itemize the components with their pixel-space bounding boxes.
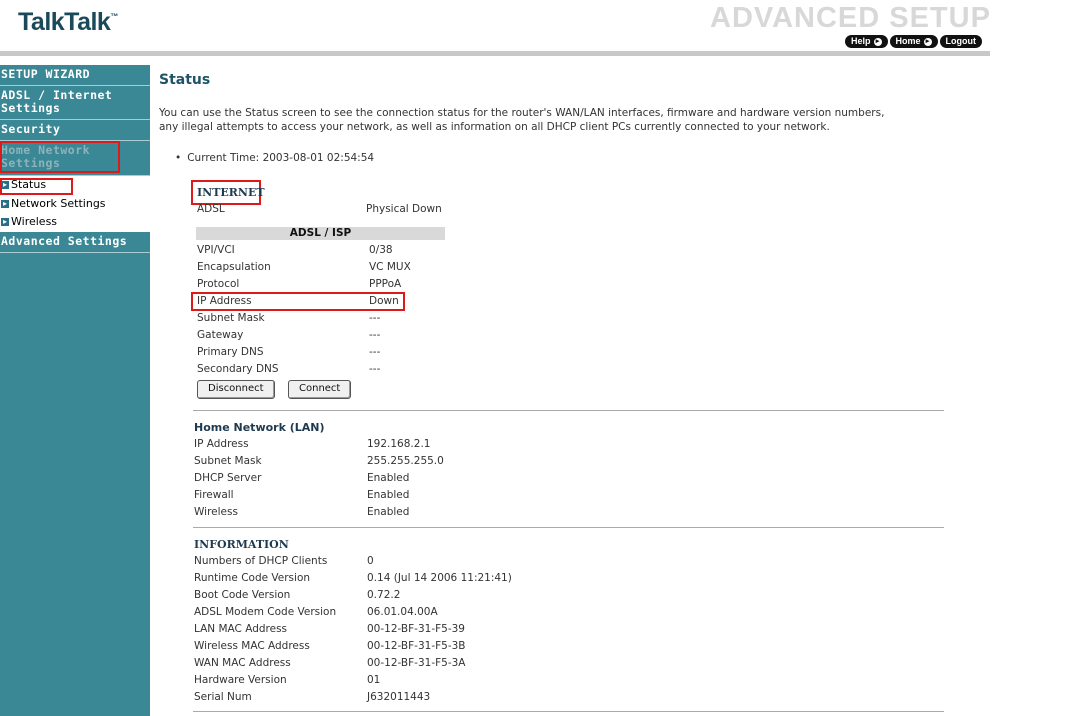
row-value: 0 bbox=[367, 555, 374, 567]
row-value: PPPoA bbox=[369, 278, 402, 290]
row-label: Wireless MAC Address bbox=[194, 640, 310, 652]
row-label: Hardware Version bbox=[194, 674, 287, 686]
row-label: Gateway bbox=[197, 329, 244, 341]
row-label: IP Address bbox=[194, 438, 249, 450]
row-value: 0/38 bbox=[369, 244, 393, 256]
talktalk-logo: TalkTalk™ bbox=[18, 8, 118, 37]
sidebar-subitem-wireless[interactable]: ▸ Wireless bbox=[1, 213, 150, 232]
internet-heading: INTERNET bbox=[197, 186, 265, 199]
row-value: 06.01.04.00A bbox=[367, 606, 438, 618]
home-label: Home bbox=[895, 36, 921, 46]
row-value: Enabled bbox=[367, 472, 410, 484]
row-value: 00-12-BF-31-F5-3A bbox=[367, 657, 466, 669]
adsl-label: ADSL bbox=[197, 203, 225, 215]
row-value: VC MUX bbox=[369, 261, 411, 273]
sidebar-item-setup-wizard[interactable]: SETUP WIZARD bbox=[0, 65, 150, 86]
isp-band: ADSL / ISP bbox=[196, 227, 445, 240]
sidebar-item-adsl-internet[interactable]: ADSL / Internet Settings bbox=[0, 86, 150, 120]
row-label: Firewall bbox=[194, 489, 234, 501]
logout-label: Logout bbox=[945, 36, 977, 46]
row-value: --- bbox=[369, 363, 381, 375]
sidebar-item-label: SETUP WIZARD bbox=[1, 67, 91, 81]
page-intro: You can use the Status screen to see the… bbox=[159, 106, 959, 134]
row-value: 01 bbox=[367, 674, 381, 686]
adsl-value: Physical Down bbox=[366, 203, 442, 215]
help-label: Help bbox=[851, 36, 871, 46]
disconnect-button[interactable]: Disconnect bbox=[197, 380, 275, 399]
row-value: --- bbox=[369, 329, 381, 341]
row-value: 0.14 (Jul 14 2006 11:21:41) bbox=[367, 572, 512, 584]
current-time-value: 2003-08-01 02:54:54 bbox=[262, 152, 375, 164]
row-label: Runtime Code Version bbox=[194, 572, 311, 584]
row-value: 00-12-BF-31-F5-3B bbox=[367, 640, 466, 652]
sidebar-item-label: Advanced Settings bbox=[1, 233, 128, 248]
sidebar-item-label: ADSL / Internet Settings bbox=[1, 88, 113, 115]
arrow-square-icon: ▸ bbox=[1, 217, 9, 227]
page-title: Status bbox=[159, 72, 211, 88]
row-label: DHCP Server bbox=[194, 472, 262, 484]
information-heading: INFORMATION bbox=[194, 538, 289, 551]
row-label: ADSL Modem Code Version bbox=[194, 606, 337, 618]
row-label: LAN MAC Address bbox=[194, 623, 288, 635]
highlight-box-status bbox=[0, 178, 73, 195]
row-value: --- bbox=[369, 312, 381, 324]
row-value: 255.255.255.0 bbox=[367, 455, 444, 467]
section-divider bbox=[193, 410, 944, 411]
sidebar-item-label: Security bbox=[1, 122, 61, 136]
arrow-icon: ▸ bbox=[923, 37, 932, 46]
sidebar-item-security[interactable]: Security bbox=[0, 120, 150, 141]
row-label: Primary DNS bbox=[197, 346, 264, 358]
header-divider bbox=[0, 51, 990, 56]
arrow-icon: ▸ bbox=[873, 37, 882, 46]
row-label: Protocol bbox=[197, 278, 240, 290]
home-button[interactable]: Home ▸ bbox=[889, 35, 938, 48]
row-label: Numbers of DHCP Clients bbox=[194, 555, 328, 567]
help-button[interactable]: Help ▸ bbox=[845, 35, 888, 48]
banner-title: ADVANCED SETUP bbox=[710, 2, 991, 34]
logout-button[interactable]: Logout bbox=[939, 35, 983, 48]
row-label: Encapsulation bbox=[197, 261, 271, 273]
bullet-icon: • bbox=[175, 152, 182, 164]
connect-button[interactable]: Connect bbox=[288, 380, 352, 399]
sidebar-subitem-label: Wireless bbox=[11, 215, 58, 229]
row-label: Serial Num bbox=[194, 691, 252, 703]
sidebar-subitem-network-settings[interactable]: ▸ Network Settings bbox=[1, 195, 150, 214]
row-value: 0.72.2 bbox=[367, 589, 401, 601]
row-label: Subnet Mask bbox=[194, 455, 262, 467]
row-label: VPI/VCI bbox=[197, 244, 235, 256]
row-value: J632011443 bbox=[367, 691, 431, 703]
row-label: Wireless bbox=[194, 506, 238, 518]
section-divider bbox=[193, 527, 944, 528]
row-label: Subnet Mask bbox=[197, 312, 265, 324]
row-value: Enabled bbox=[367, 489, 410, 501]
row-label: WAN MAC Address bbox=[194, 657, 291, 669]
row-value: Down bbox=[369, 295, 399, 307]
top-nav: Help ▸ Home ▸ Logout bbox=[845, 35, 990, 49]
intro-line: You can use the Status screen to see the… bbox=[159, 107, 885, 119]
row-value: --- bbox=[369, 346, 381, 358]
current-time-label: Current Time: bbox=[187, 152, 260, 164]
intro-line: any illegal attempts to access your netw… bbox=[159, 121, 830, 133]
row-label: IP Address bbox=[197, 295, 252, 307]
row-value: Enabled bbox=[367, 506, 410, 518]
section-divider bbox=[193, 711, 944, 712]
logo-text: TalkTalk bbox=[18, 8, 111, 36]
current-time: • Current Time: 2003-08-01 02:54:54 bbox=[175, 152, 374, 164]
sidebar-subitem-label: Network Settings bbox=[11, 196, 106, 210]
row-label: Secondary DNS bbox=[197, 363, 279, 375]
logo-trademark: ™ bbox=[110, 12, 118, 21]
row-value: 00-12-BF-31-F5-39 bbox=[367, 623, 465, 635]
arrow-square-icon: ▸ bbox=[1, 198, 9, 208]
row-value: 192.168.2.1 bbox=[367, 438, 431, 450]
lan-heading: Home Network (LAN) bbox=[194, 421, 325, 434]
highlight-box-home-network bbox=[0, 141, 120, 173]
row-label: Boot Code Version bbox=[194, 589, 291, 601]
sidebar-item-advanced-settings[interactable]: Advanced Settings bbox=[0, 232, 150, 253]
